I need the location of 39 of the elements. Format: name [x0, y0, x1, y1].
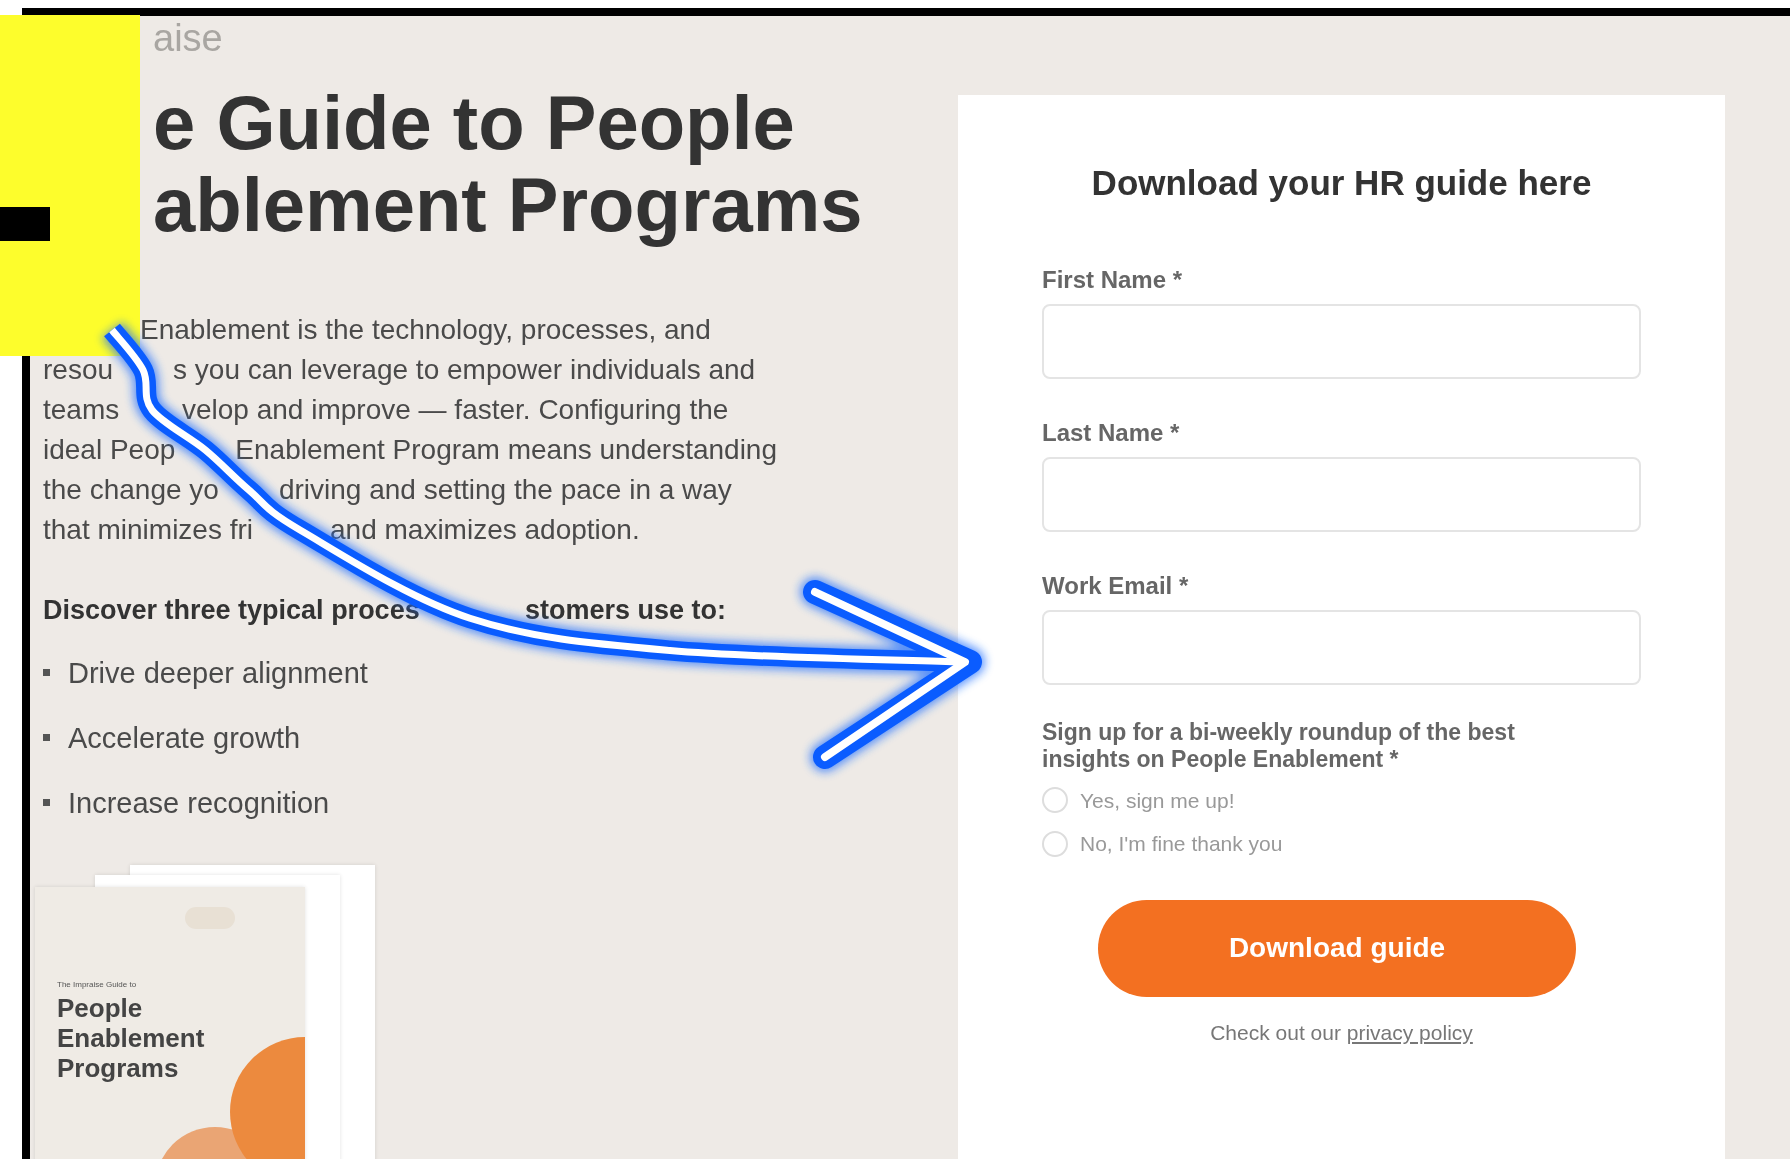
logo-text: aise: [153, 18, 224, 58]
cover-kicker: The Impraise Guide to: [57, 978, 137, 991]
intro-text: Enablement is the technology, processes, and: [140, 313, 711, 347]
intro-text: s you can leverage to empower individuals and: [173, 353, 756, 387]
bullet-text: Increase recognition: [68, 785, 330, 821]
footer-text: Check out our: [1210, 1020, 1342, 1044]
bullet-icon: [43, 799, 50, 806]
field-label: Last Name *: [1042, 417, 1181, 448]
page-title: e Guide to People: [153, 82, 796, 164]
form-heading: Download your HR guide here: [1090, 162, 1593, 204]
intro-text: velop and improve — faster. Configuring the: [182, 393, 729, 427]
download-button[interactable]: Download guide: [1098, 899, 1576, 997]
intro-text: resou: [43, 353, 114, 387]
radio-button[interactable]: [1042, 830, 1068, 857]
bullet-text: Drive deeper alignment: [68, 655, 368, 691]
intro-text: and maximizes adoption.: [330, 513, 640, 547]
input-field[interactable]: [1042, 456, 1641, 532]
intro-text: teams: [43, 393, 120, 427]
field-label: Work Email *: [1042, 570, 1190, 601]
page-title: ablement Programs: [153, 164, 864, 246]
section-heading: Discover three typical proces: [43, 594, 420, 627]
radio-label: Yes, sign me up!: [1080, 787, 1235, 814]
cover-title: People Enablement Programs: [57, 992, 205, 1083]
privacy-link[interactable]: privacy policy: [1346, 1020, 1473, 1044]
intro-text: the change yo: [43, 473, 219, 507]
intro-text: Enablement Program means understanding: [235, 433, 777, 467]
section-heading: stomers use to:: [525, 594, 727, 627]
signup-question: Sign up for a bi-weekly roundup of the best insights on People Enablement *: [1042, 718, 1516, 773]
radio-button[interactable]: [1042, 787, 1068, 814]
input-field[interactable]: [1042, 303, 1641, 379]
intro-text: ideal Peop: [43, 433, 176, 467]
bullet-icon: [43, 734, 50, 741]
field-label: First Name *: [1042, 264, 1184, 295]
intro-text: that minimizes fri: [43, 513, 254, 547]
radio-label: No, I'm fine thank you: [1080, 831, 1283, 857]
bullet-text: Accelerate growth: [68, 720, 301, 756]
input-field[interactable]: [1042, 609, 1641, 685]
intro-text: driving and setting the pace in a way: [278, 473, 732, 507]
bullet-icon: [43, 669, 50, 676]
